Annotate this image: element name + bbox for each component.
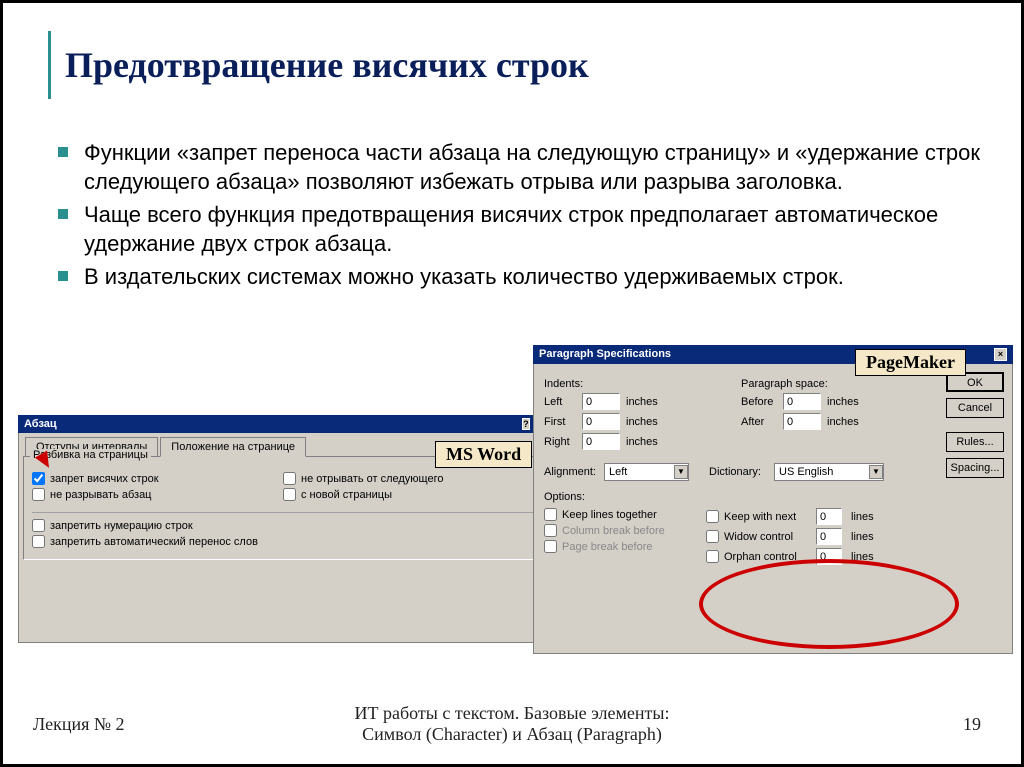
keep-next-input[interactable] [816, 508, 842, 525]
chk-suppress-num-input[interactable] [32, 519, 45, 532]
dictionary-label: Dictionary: [709, 466, 774, 478]
slide-title: Предотвращение висячих строк [65, 44, 589, 86]
bullet-text: В издательских системах можно указать ко… [84, 262, 844, 291]
before-input[interactable] [783, 393, 821, 410]
slide-number: 19 [963, 714, 981, 735]
slide-footer: Лекция № 2 ИТ работы с текстом. Базовые … [3, 703, 1021, 746]
msword-title: Абзац [24, 418, 57, 430]
left-input[interactable] [582, 393, 620, 410]
pagemaker-dialog: Paragraph Specifications × OK Cancel Rul… [533, 345, 1013, 654]
chevron-down-icon: ▼ [674, 465, 688, 479]
pm-button-stack: OK Cancel Rules... Spacing... [946, 372, 1004, 484]
pagemaker-tag: PageMaker [855, 349, 966, 376]
bullet-icon [58, 271, 68, 281]
orphan-input[interactable] [816, 548, 842, 565]
chk-widow[interactable]: запрет висячих строк [32, 472, 283, 485]
chk-col-break[interactable]: Column break before [544, 524, 694, 537]
after-input[interactable] [783, 413, 821, 430]
chk-keep-next-input[interactable] [283, 472, 296, 485]
alignment-label: Alignment: [544, 466, 604, 478]
chk-keep-together[interactable]: не разрывать абзац [32, 488, 283, 501]
chk-page-break-pm[interactable]: Page break before [544, 540, 694, 553]
after-label: After [741, 416, 783, 428]
chk-orphan-pm[interactable]: Orphan control lines [706, 548, 936, 565]
right-label: Right [544, 436, 582, 448]
close-icon[interactable]: × [994, 348, 1007, 361]
chk-keep-together-input[interactable] [32, 488, 45, 501]
chk-no-hyphen-input[interactable] [32, 535, 45, 548]
first-label: First [544, 416, 582, 428]
dictionary-select[interactable]: US English ▼ [774, 463, 884, 481]
chk-no-hyphen[interactable]: запретить автоматический перенос слов [32, 535, 534, 548]
first-input[interactable] [582, 413, 620, 430]
chk-suppress-num[interactable]: запретить нумерацию строк [32, 519, 534, 532]
pm-title: Paragraph Specifications [539, 348, 671, 361]
chk-keep-next[interactable]: не отрывать от следующего [283, 472, 534, 485]
msword-titlebar: Абзац ? × [18, 415, 548, 433]
chk-page-break-input[interactable] [283, 488, 296, 501]
widow-input[interactable] [816, 528, 842, 545]
rules-button[interactable]: Rules... [946, 432, 1004, 452]
slide-title-bar: Предотвращение висячих строк [48, 31, 589, 99]
bullet-text: Чаще всего функция предотвращения висячи… [84, 200, 981, 258]
right-input[interactable] [582, 433, 620, 450]
chevron-down-icon: ▼ [869, 465, 883, 479]
help-icon[interactable]: ? [522, 418, 530, 430]
indents-label: Indents: [544, 378, 729, 390]
chk-keep-next-pm[interactable]: Keep with next lines [706, 508, 936, 525]
chk-keep-lines[interactable]: Keep lines together [544, 508, 694, 521]
title-accent [48, 31, 51, 99]
left-label: Left [544, 396, 582, 408]
para-space-label: Paragraph space: [741, 378, 911, 390]
chk-page-break[interactable]: с новой страницы [283, 488, 534, 501]
spacing-button[interactable]: Spacing... [946, 458, 1004, 478]
bullet-list: Функции «запрет переноса части абзаца на… [58, 138, 981, 295]
options-label: Options: [544, 491, 1006, 503]
chk-widow-input[interactable] [32, 472, 45, 485]
msword-tag: MS Word [435, 441, 532, 468]
before-label: Before [741, 396, 783, 408]
bullet-text: Функции «запрет переноса части абзаца на… [84, 138, 981, 196]
red-ellipse-annotation [699, 559, 959, 649]
tab-position[interactable]: Положение на странице [160, 437, 306, 457]
footer-left: Лекция № 2 [33, 714, 125, 735]
cancel-button[interactable]: Cancel [946, 398, 1004, 418]
alignment-select[interactable]: Left ▼ [604, 463, 689, 481]
bullet-icon [58, 147, 68, 157]
footer-center: ИТ работы с текстом. Базовые элементы: С… [3, 703, 1021, 746]
chk-widow-pm[interactable]: Widow control lines [706, 528, 936, 545]
bullet-icon [58, 209, 68, 219]
